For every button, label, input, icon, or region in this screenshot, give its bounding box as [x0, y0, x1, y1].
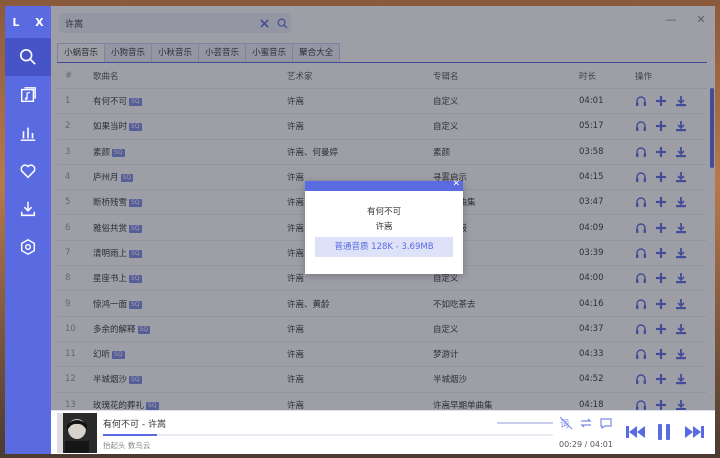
nav-downloads[interactable] — [5, 190, 51, 228]
skip-next-icon — [685, 426, 704, 438]
settings-icon — [20, 238, 36, 256]
nav-song-list[interactable] — [5, 76, 51, 114]
previous-button[interactable] — [625, 423, 647, 445]
app-logo: L X — [12, 15, 50, 29]
loop-icon[interactable] — [579, 416, 593, 430]
playback-time: 00:29 / 04:01 — [559, 440, 613, 449]
nav-settings[interactable] — [5, 228, 51, 266]
app-window: L X 许嵩 — ✕ 小蜗音乐 小狗音乐 小秋音乐 小芸音乐 小蜜音乐 聚合大全… — [5, 6, 715, 454]
lyrics-icon[interactable]: 词 — [559, 416, 573, 430]
comment-icon[interactable] — [599, 416, 613, 430]
pause-button[interactable] — [655, 423, 673, 445]
volume-slider[interactable] — [497, 422, 553, 424]
skip-previous-icon — [626, 426, 645, 438]
progress-bar[interactable] — [103, 434, 553, 436]
nav-favorites[interactable] — [5, 152, 51, 190]
pause-icon — [658, 424, 670, 440]
heart-icon — [20, 164, 36, 179]
album-cover[interactable] — [57, 413, 97, 453]
progress-fill — [103, 434, 157, 436]
quality-option-button[interactable]: 普通音质 128K - 3.69MB — [315, 237, 453, 257]
search-icon — [19, 48, 36, 65]
now-playing-lyric: 抬起头 数鸟云 — [103, 441, 151, 450]
dialog-song-title: 有何不可 — [366, 207, 401, 217]
bar-chart-icon — [20, 127, 36, 141]
close-icon[interactable]: ✕ — [452, 179, 460, 189]
quality-dialog: ✕ 有何不可 许嵩 普通音质 128K - 3.69MB — [305, 179, 463, 274]
nav-search[interactable] — [5, 38, 51, 76]
player-bar: 有何不可 - 许嵩 词 抬起头 数鸟云 00:29 / 04:01 — [51, 410, 715, 454]
download-icon — [20, 201, 36, 217]
next-button[interactable] — [683, 423, 705, 445]
dialog-header: ✕ — [305, 179, 463, 191]
now-playing-title: 有何不可 - 许嵩 — [103, 420, 166, 430]
sidebar: L X — [5, 6, 51, 454]
nav-leaderboard[interactable] — [5, 114, 51, 152]
dialog-song-artist: 许嵩 — [375, 222, 393, 232]
music-list-icon — [20, 87, 36, 103]
